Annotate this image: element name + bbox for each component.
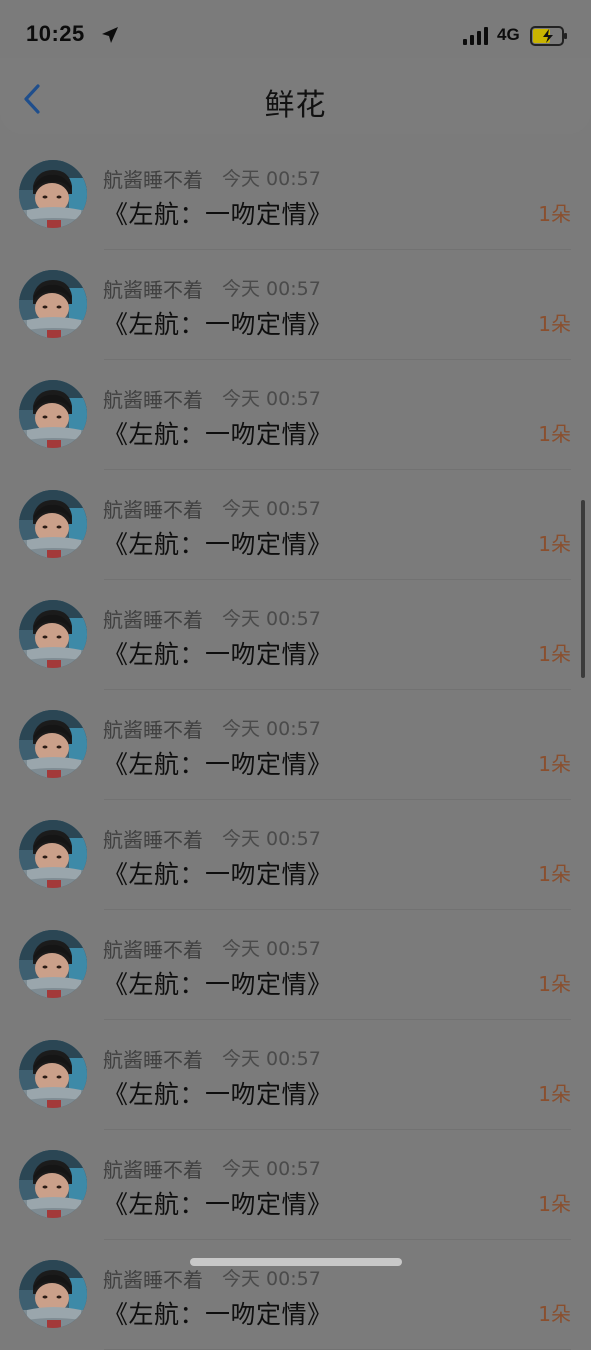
home-indicator[interactable] [190, 1258, 402, 1266]
list-item[interactable]: 航酱睡不着 今天 00:57 《左航：一吻定情》 1朵 [0, 140, 591, 250]
list-item[interactable]: 航酱睡不着 今天 00:57 《左航：一吻定情》 1朵 [0, 1240, 591, 1350]
avatar[interactable] [19, 490, 87, 558]
flower-count: 1朵 [538, 642, 571, 666]
scrollbar[interactable] [581, 500, 585, 678]
work-title: 《左航：一吻定情》 [103, 1300, 333, 1329]
list-item[interactable]: 航酱睡不着 今天 00:57 《左航：一吻定情》 1朵 [0, 470, 591, 580]
sender-name: 航酱睡不着 [103, 388, 203, 412]
work-title: 《左航：一吻定情》 [103, 200, 333, 229]
flower-count: 1朵 [538, 312, 571, 336]
sender-name: 航酱睡不着 [103, 1158, 203, 1182]
sender-name: 航酱睡不着 [103, 1048, 203, 1072]
timestamp: 今天 00:57 [222, 608, 321, 630]
flower-count: 1朵 [538, 1192, 571, 1216]
sender-name: 航酱睡不着 [103, 278, 203, 302]
status-time: 10:25 [26, 21, 85, 46]
avatar[interactable] [19, 820, 87, 888]
avatar[interactable] [19, 160, 87, 228]
work-title: 《左航：一吻定情》 [103, 1080, 333, 1109]
work-title: 《左航：一吻定情》 [103, 420, 333, 449]
flower-count: 1朵 [538, 202, 571, 226]
avatar[interactable] [19, 710, 87, 778]
timestamp: 今天 00:57 [222, 278, 321, 300]
sender-name: 航酱睡不着 [103, 718, 203, 742]
sender-name: 航酱睡不着 [103, 938, 203, 962]
work-title: 《左航：一吻定情》 [103, 970, 333, 999]
avatar[interactable] [19, 600, 87, 668]
signal-bars-icon [463, 27, 491, 45]
nav-bar: 鲜花 [0, 58, 591, 134]
list-item[interactable]: 航酱睡不着 今天 00:57 《左航：一吻定情》 1朵 [0, 690, 591, 800]
list-item[interactable]: 航酱睡不着 今天 00:57 《左航：一吻定情》 1朵 [0, 1020, 591, 1130]
flower-count: 1朵 [538, 752, 571, 776]
sender-name: 航酱睡不着 [103, 168, 203, 192]
flower-count: 1朵 [538, 422, 571, 446]
sender-name: 航酱睡不着 [103, 498, 203, 522]
sender-name: 航酱睡不着 [103, 608, 203, 632]
timestamp: 今天 00:57 [222, 1268, 321, 1290]
status-bar: 10:25 4G [0, 0, 591, 60]
timestamp: 今天 00:57 [222, 168, 321, 190]
flower-count: 1朵 [538, 1302, 571, 1326]
work-title: 《左航：一吻定情》 [103, 1190, 333, 1219]
flower-count: 1朵 [538, 862, 571, 886]
sender-name: 航酱睡不着 [103, 1268, 203, 1292]
avatar[interactable] [19, 380, 87, 448]
work-title: 《左航：一吻定情》 [103, 750, 333, 779]
avatar[interactable] [19, 1150, 87, 1218]
timestamp: 今天 00:57 [222, 718, 321, 740]
location-arrow-icon [102, 27, 118, 43]
timestamp: 今天 00:57 [222, 938, 321, 960]
sender-name: 航酱睡不着 [103, 828, 203, 852]
list-item[interactable]: 航酱睡不着 今天 00:57 《左航：一吻定情》 1朵 [0, 250, 591, 360]
work-title: 《左航：一吻定情》 [103, 640, 333, 669]
list-item[interactable]: 航酱睡不着 今天 00:57 《左航：一吻定情》 1朵 [0, 800, 591, 910]
avatar[interactable] [19, 270, 87, 338]
battery-charging-icon [530, 26, 567, 46]
avatar[interactable] [19, 1260, 87, 1328]
list-item[interactable]: 航酱睡不着 今天 00:57 《左航：一吻定情》 1朵 [0, 910, 591, 1020]
avatar[interactable] [19, 1040, 87, 1108]
page-title: 鲜花 [264, 88, 327, 123]
list-item[interactable]: 航酱睡不着 今天 00:57 《左航：一吻定情》 1朵 [0, 580, 591, 690]
list-item[interactable]: 航酱睡不着 今天 00:57 《左航：一吻定情》 1朵 [0, 1130, 591, 1240]
timestamp: 今天 00:57 [222, 828, 321, 850]
flower-count: 1朵 [538, 1082, 571, 1106]
flower-count: 1朵 [538, 532, 571, 556]
avatar[interactable] [19, 930, 87, 998]
timestamp: 今天 00:57 [222, 388, 321, 410]
list-item[interactable]: 航酱睡不着 今天 00:57 《左航：一吻定情》 1朵 [0, 360, 591, 470]
timestamp: 今天 00:57 [222, 1158, 321, 1180]
work-title: 《左航：一吻定情》 [103, 860, 333, 889]
timestamp: 今天 00:57 [222, 498, 321, 520]
work-title: 《左航：一吻定情》 [103, 530, 333, 559]
work-title: 《左航：一吻定情》 [103, 310, 333, 339]
timestamp: 今天 00:57 [222, 1048, 321, 1070]
network-type: 4G [497, 25, 520, 44]
flower-count: 1朵 [538, 972, 571, 996]
flower-record-list: 航酱睡不着 今天 00:57 《左航：一吻定情》 1朵 航酱睡不着 今天 00:… [0, 140, 591, 1350]
